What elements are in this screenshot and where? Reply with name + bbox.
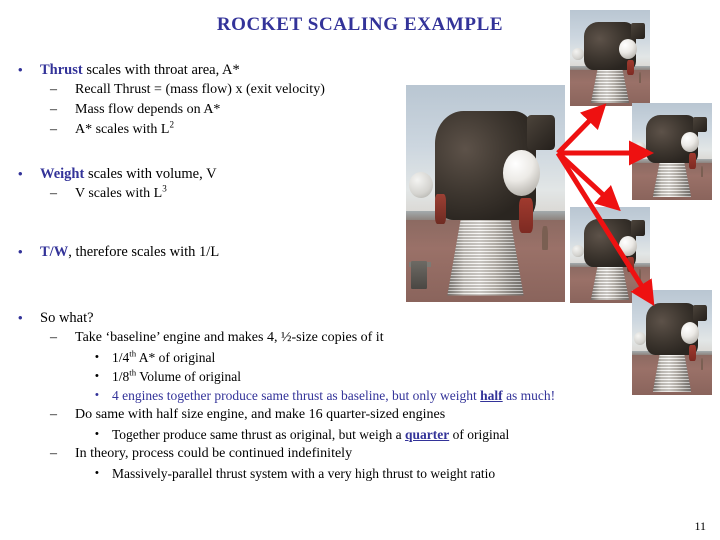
sub-eighth-volume: • 1/8th Volume of original [0,367,720,386]
sub-quarter-astar: • 1/4th A* of original [0,348,720,367]
bullet-dot-icon: • [95,428,99,440]
highlight-emph-quarter: quarter [404,427,450,442]
page-number: 11 [694,519,706,533]
bullet-thrust: • Thrust scales with throat area, A* [0,60,720,80]
sub-quarter-weight: • Together produce same thrust as origin… [0,425,720,444]
sub-recall-thrust-label: Recall Thrust = (mass flow) x (exit velo… [75,82,325,97]
bullet-tw-ratio: • T/W, therefore scales with 1/L [0,242,720,262]
highlight-pre: 4 engines together produce same thrust a… [112,388,481,403]
background-dish [571,48,584,60]
bullet-dot-icon: • [18,244,23,259]
sub-recall-thrust: – Recall Thrust = (mass flow) x (exit ve… [0,80,720,100]
exponent-3: 3 [162,183,167,194]
sub-eighth-volume-pre: 1/8 [112,369,130,384]
sub-in-theory: – In theory, process could be continued … [0,444,720,464]
sub-in-theory-label: In theory, process could be continued in… [75,446,353,461]
bullet-thrust-lead: Thrust [40,62,83,78]
bullet-so-what: • So what? [0,308,720,328]
dash-icon: – [50,330,57,345]
bullet-dot-icon: • [18,166,23,181]
sub-do-same-half: – Do same with half size engine, and mak… [0,405,720,425]
bullet-so-what-label: So what? [40,310,94,326]
dash-icon: – [50,82,57,97]
quarter-post: of original [449,427,510,442]
sub-volume-scales: – V scales with L3 [0,184,720,204]
sub-quarter-astar-pre: 1/4 [112,350,130,365]
bullet-dot-icon: • [95,467,99,479]
support-arm [630,23,646,39]
slide: ROCKET SCALING EXAMPLE • Thrust scales w… [0,0,720,540]
sub-take-baseline: – Take ‘baseline’ engine and makes 4, ½-… [0,328,720,348]
sub-take-baseline-label: Take ‘baseline’ engine and makes 4, ½-si… [75,330,384,345]
propellant-sphere [618,38,638,59]
bullet-tw-lead: T/W [40,244,69,260]
quarter-pre: Together produce same thrust as original… [112,427,405,442]
bullet-thrust-rest: scales with throat area, A* [82,62,240,78]
highlight-post: as much! [502,388,556,403]
bullet-dot-icon: • [95,370,99,382]
sub-quarter-astar-post: A* of original [136,350,216,365]
sub-do-same-half-label: Do same with half size engine, and make … [75,407,446,422]
slide-body: • Thrust scales with throat area, A* – R… [0,60,720,483]
sub-massively-parallel-label: Massively-parallel thrust system with a … [112,466,496,481]
sub-astar-scales-label: A* scales with L [75,122,170,137]
dash-icon: – [50,122,57,137]
bullet-tw-rest: , therefore scales with 1/L [68,244,220,260]
exponent-2: 2 [169,119,175,130]
bullet-weight-rest: scales with volume, V [84,166,217,182]
sub-eighth-volume-post: Volume of original [136,369,241,384]
dash-icon: – [50,446,57,461]
highlight-emph-half: half [480,388,503,403]
bullet-dot-icon: • [18,62,23,77]
dash-icon: – [50,407,57,422]
sub-astar-scales: – A* scales with L2 [0,120,720,140]
bullet-weight: • Weight scales with volume, V [0,164,720,184]
sub-massively-parallel: • Massively-parallel thrust system with … [0,464,720,483]
bullet-dot-icon: • [95,351,99,363]
bullet-weight-lead: Weight [40,166,85,182]
sub-mass-flow-label: Mass flow depends on A* [75,102,221,117]
bullet-dot-icon: • [18,310,23,325]
sub-volume-scales-label: V scales with L [75,186,163,201]
dash-icon: – [50,102,57,117]
sub-four-engines-highlight: • 4 engines together produce same thrust… [0,386,720,405]
dash-icon: – [50,186,57,201]
bullet-dot-icon: • [95,389,99,401]
sub-mass-flow: – Mass flow depends on A* [0,100,720,120]
